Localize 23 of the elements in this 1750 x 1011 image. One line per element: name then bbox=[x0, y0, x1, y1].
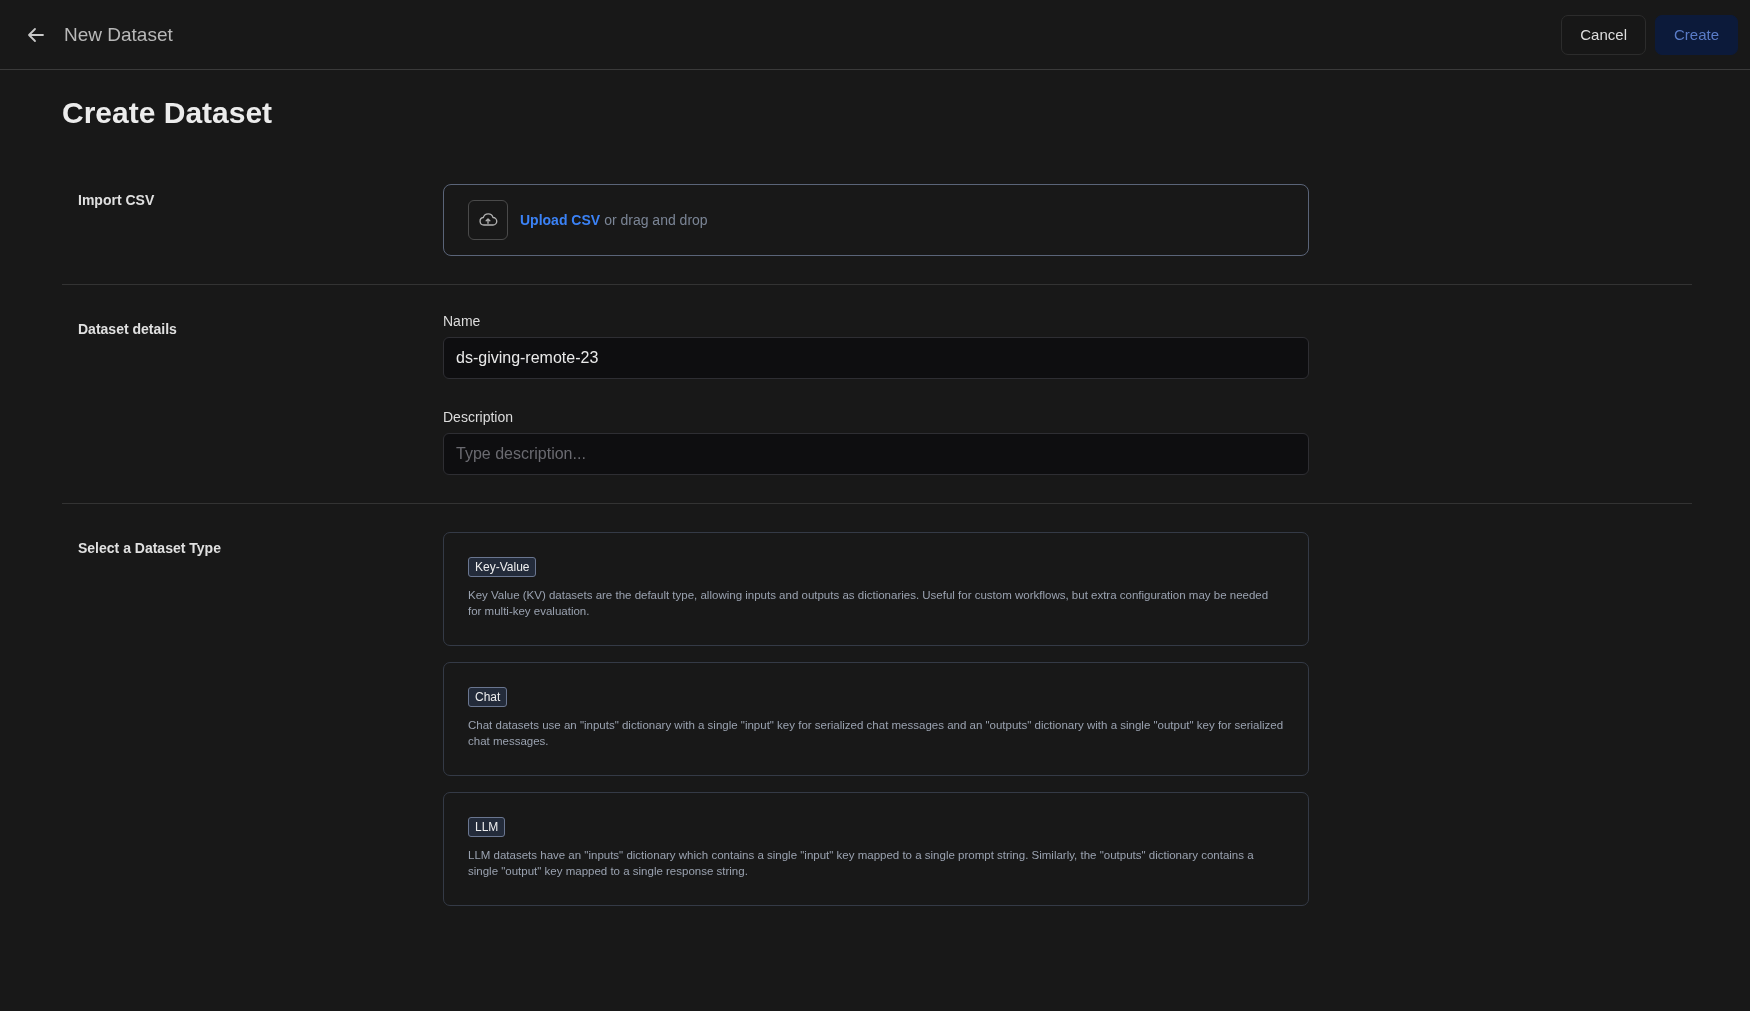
section-label: Select a Dataset Type bbox=[78, 539, 222, 558]
cancel-button[interactable]: Cancel bbox=[1561, 14, 1646, 55]
type-description: LLM datasets have an "inputs" dictionary which contains a single "input" key mapped to a single prompt string. Similarly, the "outputs" dictionary contains a single "output" key mapped to a single response string. bbox=[468, 848, 1255, 879]
upload-hint: or drag and drop bbox=[604, 212, 708, 228]
dataset-type-card[interactable]: Chat Chat datasets use an "inputs" dictionary with a single "input" key for serialized chat messages and an "outputs" dictionary with a single "output" key for serialized chat messages. bbox=[443, 662, 1309, 776]
page-header-title: New Dataset bbox=[64, 23, 173, 46]
dataset-type-card[interactable] bbox=[443, 792, 1309, 906]
section-label: Import CSV bbox=[78, 191, 156, 210]
type-description: Key Value (KV) datasets are the default type, allowing inputs and outputs as dictionaries. Useful for custom workflows, but extra configuration may be needed for multi-key evaluation. bbox=[468, 588, 1270, 619]
upload-dropzone[interactable]: Upload CSV or drag and drop bbox=[443, 184, 1309, 256]
input-field[interactable]: Type description... bbox=[443, 433, 1309, 475]
field-label: Description bbox=[443, 409, 515, 425]
type-badge: LLM bbox=[468, 817, 506, 837]
upload-cloud-icon bbox=[468, 200, 508, 240]
type-description: Chat datasets use an "inputs" dictionary with a single "input" key for serialized chat messages and an "outputs" dictionary with a single "output" key for serialized chat messages. bbox=[468, 718, 1284, 749]
upload-csv-link[interactable]: Upload CSV bbox=[520, 212, 601, 228]
type-badge: Key-Value bbox=[468, 557, 537, 577]
page-title: Create Dataset bbox=[62, 96, 274, 130]
type-badge: Chat bbox=[468, 687, 508, 707]
dataset-type-card[interactable]: Key-Value Key Value (KV) datasets are the default type, allowing inputs and outputs as dictionaries. Useful for custom workflows, but extra configuration may be needed for multi-key evaluation. bbox=[443, 532, 1309, 646]
field-label: Name bbox=[443, 313, 482, 329]
input-field[interactable]: ds-giving-remote-23 bbox=[443, 337, 1309, 379]
section-label: Dataset details bbox=[78, 320, 178, 339]
